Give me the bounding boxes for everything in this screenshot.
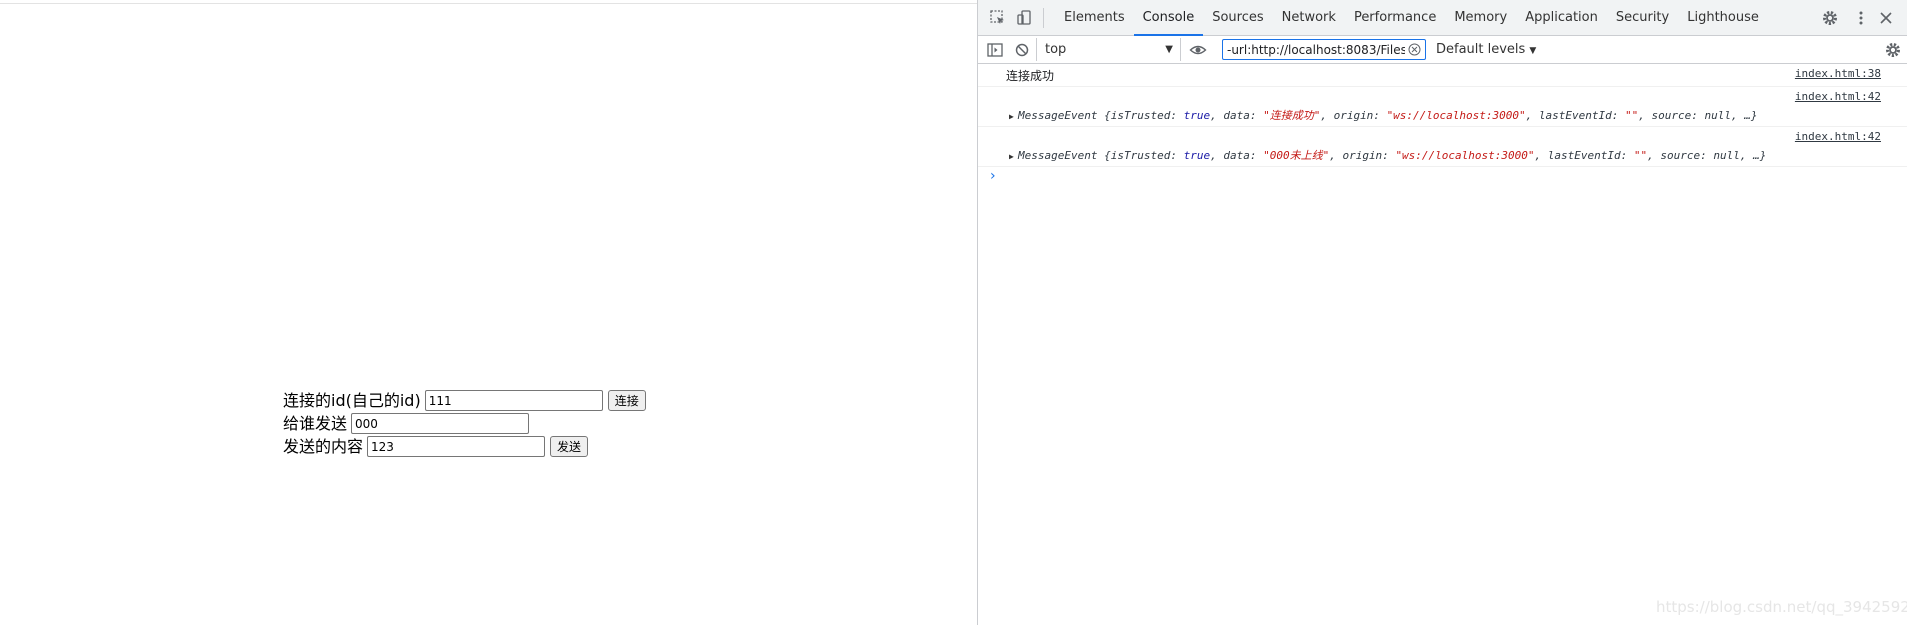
object-class: MessageEvent xyxy=(1018,149,1098,162)
tab-console[interactable]: Console xyxy=(1133,0,1204,36)
object-tail: , source: null, …} xyxy=(1647,149,1767,162)
object-value: "ws://localhost:3000" xyxy=(1386,109,1526,122)
devtools-tabbar: Elements Console Sources Network Performance… xyxy=(978,0,1907,36)
object-value: "000未上线" xyxy=(1263,149,1330,162)
context-value: top xyxy=(1045,42,1067,57)
object-key: , origin: xyxy=(1320,109,1387,122)
tab-elements[interactable]: Elements xyxy=(1055,0,1134,36)
console-output: 连接成功 index.html:38 index.html:42 ▶ Messag… xyxy=(978,64,1907,184)
console-message: index.html:42 ▶ MessageEvent {isTrusted: … xyxy=(978,87,1907,127)
object-key: , data: xyxy=(1210,109,1264,122)
log-levels-label: Default levels xyxy=(1436,42,1526,57)
object-key: , data: xyxy=(1210,149,1264,162)
console-message: 连接成功 index.html:38 xyxy=(978,64,1907,87)
object-key: isTrusted: xyxy=(1110,109,1184,122)
chevron-down-icon: ▼ xyxy=(1165,44,1173,55)
eye-icon[interactable] xyxy=(1189,41,1207,59)
content-label: 发送的内容 xyxy=(283,437,364,456)
object-tail: , source: null, …} xyxy=(1638,109,1758,122)
devtools-panel: Elements Console Sources Network Performance… xyxy=(977,0,1907,625)
sidebar-icon[interactable] xyxy=(986,41,1004,59)
console-settings-icon[interactable] xyxy=(1884,41,1902,59)
watermark: https://blog.csdn.net/qq_39425927 xyxy=(1656,598,1907,616)
recipient-input[interactable] xyxy=(351,413,530,434)
expand-triangle-icon[interactable]: ▶ xyxy=(1009,112,1018,121)
object-value: true xyxy=(1183,109,1211,122)
expand-triangle-icon[interactable]: ▶ xyxy=(1009,152,1018,161)
tab-lighthouse[interactable]: Lighthouse xyxy=(1678,0,1768,36)
id-input[interactable] xyxy=(424,390,603,411)
object-key: , lastEventId: xyxy=(1525,109,1625,122)
console-toolbar: top ▼ Default levels▼ xyxy=(978,36,1907,64)
message-input[interactable] xyxy=(367,436,546,457)
object-value: "" xyxy=(1624,109,1639,122)
source-link[interactable]: index.html:42 xyxy=(1795,90,1881,103)
device-toggle-icon[interactable] xyxy=(1016,9,1034,27)
toolbar-separator xyxy=(1043,8,1044,28)
tab-sources[interactable]: Sources xyxy=(1203,0,1272,36)
tab-application[interactable]: Application xyxy=(1516,0,1607,36)
object-value: true xyxy=(1183,149,1211,162)
tab-performance[interactable]: Performance xyxy=(1345,0,1445,36)
content-row: 发送的内容 发送 xyxy=(283,435,646,458)
tab-network[interactable]: Network xyxy=(1273,0,1345,36)
console-message-text: 连接成功 xyxy=(1006,69,1055,83)
clear-filter-icon[interactable] xyxy=(1408,43,1421,56)
object-value: "连接成功" xyxy=(1263,109,1321,122)
object-preview[interactable]: ▶ MessageEvent {isTrusted: true, data: "连… xyxy=(1009,107,1757,123)
source-link[interactable]: index.html:42 xyxy=(1795,130,1881,143)
console-prompt[interactable]: › xyxy=(990,168,996,184)
close-icon[interactable] xyxy=(1877,9,1895,27)
web-page: 连接的id(自己的id) 连接 给谁发送 发送的内容 发送 xyxy=(0,0,977,625)
tab-security[interactable]: Security xyxy=(1607,0,1678,36)
object-preview[interactable]: ▶ MessageEvent {isTrusted: true, data: "0… xyxy=(1009,147,1766,163)
connect-button[interactable]: 连接 xyxy=(607,390,646,411)
clear-console-icon[interactable] xyxy=(1013,41,1031,59)
object-key: , origin: xyxy=(1329,149,1396,162)
inspect-icon[interactable] xyxy=(989,9,1007,27)
object-key: isTrusted: xyxy=(1110,149,1184,162)
object-key: , lastEventId: xyxy=(1534,149,1634,162)
id-label: 连接的id(自己的id) xyxy=(283,391,421,410)
chat-form: 连接的id(自己的id) 连接 给谁发送 发送的内容 发送 xyxy=(283,389,646,458)
console-filter-input[interactable] xyxy=(1222,39,1426,60)
to-label: 给谁发送 xyxy=(283,414,348,433)
chevron-down-icon: ▼ xyxy=(1529,46,1537,56)
page-top-border xyxy=(0,0,977,4)
to-row: 给谁发送 xyxy=(283,412,646,435)
tab-memory[interactable]: Memory xyxy=(1445,0,1516,36)
settings-icon[interactable] xyxy=(1821,9,1839,27)
context-select[interactable]: top ▼ xyxy=(1036,38,1181,61)
object-value: "" xyxy=(1633,149,1648,162)
log-levels-dropdown[interactable]: Default levels ▼ xyxy=(1436,36,1536,64)
send-button[interactable]: 发送 xyxy=(550,436,589,457)
more-vert-icon[interactable] xyxy=(1852,9,1870,27)
console-message: index.html:42 ▶ MessageEvent {isTrusted: … xyxy=(978,127,1907,167)
id-row: 连接的id(自己的id) 连接 xyxy=(283,389,646,412)
object-value: "ws://localhost:3000" xyxy=(1395,149,1535,162)
devtools-tabs: Elements Console Sources Network Performance… xyxy=(1055,0,1768,36)
object-class: MessageEvent xyxy=(1018,109,1098,122)
source-link[interactable]: index.html:38 xyxy=(1795,67,1881,80)
